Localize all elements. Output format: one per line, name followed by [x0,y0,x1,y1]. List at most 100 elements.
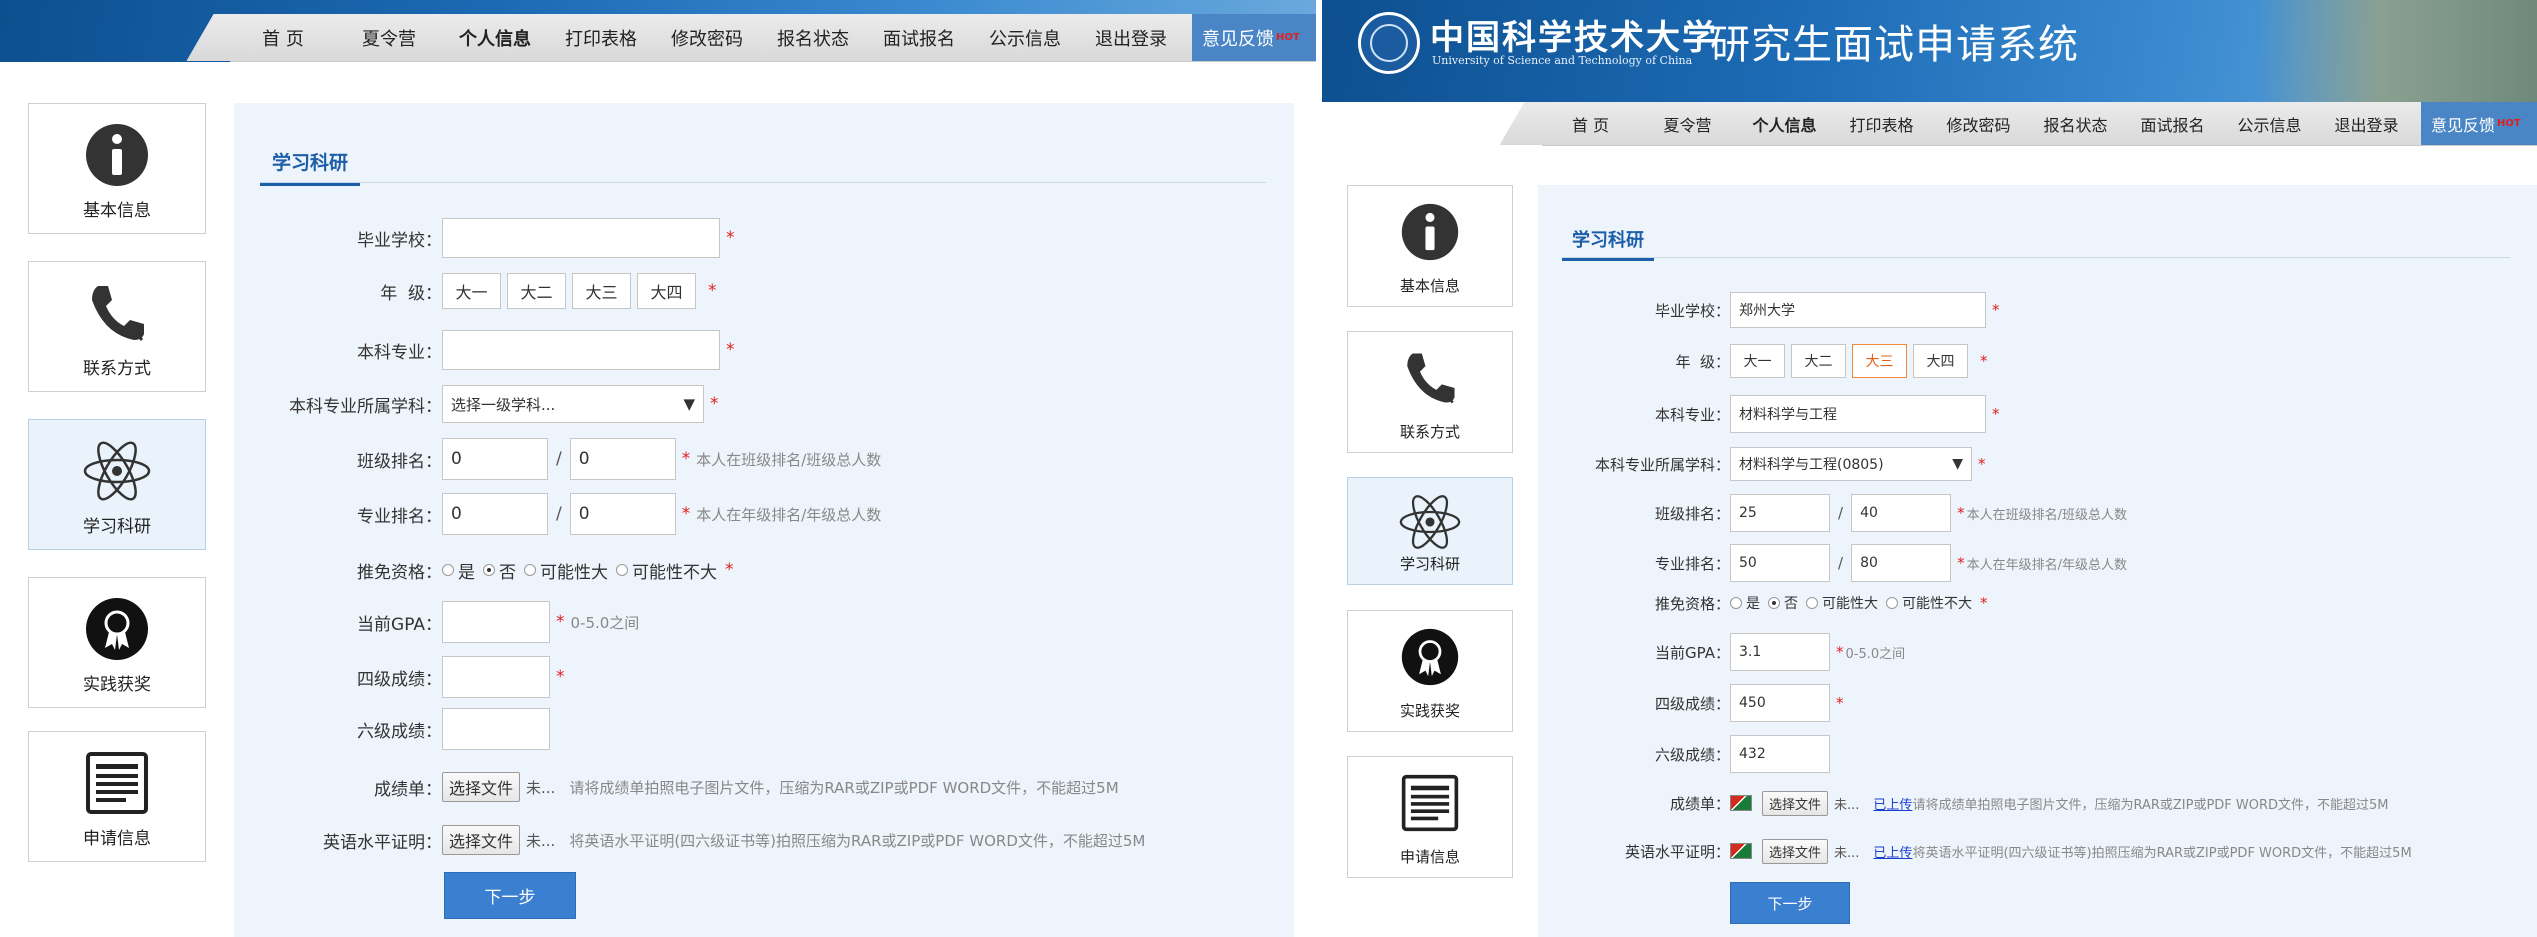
english-cert-file-button[interactable]: 选择文件 [1762,838,1829,864]
grade-option-2[interactable]: 大二 [1791,344,1846,378]
row-exemption: 推免资格： 是 否 可能性大 可能性不大 * [1562,590,1988,616]
sidebar-item-basic-info[interactable]: 基本信息 [1347,185,1513,307]
class-rank-label: 班级排名： [357,451,442,472]
english-cert-uploaded-link[interactable]: 已上传 [1873,842,1912,861]
cet6-input[interactable]: 432 [1730,735,1830,773]
nav-public-notice[interactable]: 公示信息 [2221,112,2318,136]
english-cert-hint: 将英语水平证明(四六级证书等)拍照压缩为RAR或ZIP或PDF WORD文件，不… [569,831,1146,850]
nav-home[interactable]: 首 页 [230,25,336,51]
exemption-radio-no[interactable]: 否 [1768,593,1798,613]
nav-print-form[interactable]: 打印表格 [548,25,654,51]
nav-summer-camp[interactable]: 夏令营 [1639,112,1736,136]
major-input[interactable] [442,330,720,370]
discipline-select[interactable]: 材料科学与工程(0805) ▼ [1730,447,1972,481]
info-icon [1401,203,1459,261]
exemption-radio-likely[interactable]: 可能性大 [1806,593,1878,613]
class-total-input[interactable]: 40 [1851,494,1952,532]
sidebar-item-application-info[interactable]: 申请信息 [28,731,206,862]
discipline-label: 本科专业所属学科： [1594,455,1730,474]
document-icon [86,752,148,814]
sidebar-item-label: 联系方式 [1399,423,1460,441]
sidebar-item-study-research[interactable]: 学习科研 [28,419,206,550]
cet6-input[interactable] [442,708,550,750]
nav-public-notice[interactable]: 公示信息 [972,25,1078,51]
major-total-input[interactable]: 0 [569,493,676,535]
grade-option-3[interactable]: 大三 [572,273,631,309]
nav-change-password[interactable]: 修改密码 [654,25,760,51]
nav-personal-info[interactable]: 个人信息 [442,25,548,51]
file-thumbnail-icon [1730,795,1752,811]
gpa-input[interactable] [442,601,550,643]
grade-option-2[interactable]: 大二 [507,273,566,309]
nav-interview-registration[interactable]: 面试报名 [2124,112,2221,136]
class-total-input[interactable]: 0 [569,438,676,480]
class-rank-input[interactable]: 0 [442,438,548,480]
grade-option-3[interactable]: 大三 [1852,344,1907,378]
exemption-radio-unlikely[interactable]: 可能性不大 [616,558,717,583]
nav-interview-registration[interactable]: 面试报名 [866,25,972,51]
major-label: 本科专业： [357,342,442,363]
exemption-radio-unlikely[interactable]: 可能性不大 [1886,593,1972,613]
grade-option-4[interactable]: 大四 [637,273,696,309]
transcript-file-button[interactable]: 选择文件 [442,772,521,802]
cet4-input[interactable]: 450 [1730,684,1830,722]
school-input[interactable]: 郑州大学 [1730,292,1986,328]
next-button[interactable]: 下一步 [444,872,576,919]
file-thumbnail-icon [1730,843,1752,859]
row-cet4: 四级成绩： 450 * [1562,684,1844,722]
english-cert-file-button[interactable]: 选择文件 [442,825,521,855]
feedback-button[interactable]: 意见反馈 HOT [2421,102,2537,145]
grade-option-1[interactable]: 大一 [1730,344,1785,378]
nav-application-status[interactable]: 报名状态 [2027,112,2124,136]
sidebar-item-contact[interactable]: 联系方式 [28,261,206,392]
feedback-button[interactable]: 意见反馈 HOT [1192,14,1316,61]
class-rank-input[interactable]: 25 [1730,494,1830,532]
grade-option-4[interactable]: 大四 [1913,344,1968,378]
exemption-radio-yes[interactable]: 是 [442,558,475,583]
section-title: 学习科研 [260,148,361,186]
banner-scenery [2257,0,2537,102]
transcript-file-button[interactable]: 选择文件 [1762,790,1829,816]
transcript-uploaded-link[interactable]: 已上传 [1873,794,1912,813]
row-english-cert: 英语水平证明： 选择文件 未... 已上传 将英语水平证明(四六级证书等)拍照压… [1562,838,2412,864]
nav-application-status[interactable]: 报名状态 [760,25,866,51]
discipline-label: 本科专业所属学科： [289,396,442,417]
major-rank-input[interactable]: 50 [1730,544,1830,582]
hot-badge: HOT [2497,118,2521,129]
required-mark: * [556,612,565,632]
phone-icon [92,286,144,341]
major-total-input[interactable]: 80 [1851,544,1952,582]
nav-print-form[interactable]: 打印表格 [1833,112,1930,136]
grade-option-1[interactable]: 大一 [442,273,501,309]
exemption-radio-no[interactable]: 否 [483,558,516,583]
nav-summer-camp[interactable]: 夏令营 [336,25,442,51]
major-input[interactable]: 材料科学与工程 [1730,395,1986,433]
nav-home[interactable]: 首 页 [1542,112,1639,136]
major-rank-label: 专业排名： [1654,554,1730,573]
sidebar-item-practice-awards[interactable]: 实践获奖 [28,577,206,708]
class-rank-hint: 本人在班级排名/班级总人数 [1966,507,2127,523]
sidebar-item-application-info[interactable]: 申请信息 [1347,756,1513,878]
row-gpa: 当前GPA： 3.1 * 0-5.0之间 [1562,633,1905,671]
next-button[interactable]: 下一步 [1730,882,1850,924]
sidebar-item-basic-info[interactable]: 基本信息 [28,103,206,234]
grade-options: 大一 大二 大三 大四 [442,273,702,309]
discipline-select[interactable]: 选择一级学科... ▼ [442,385,704,423]
sidebar-item-practice-awards[interactable]: 实践获奖 [1347,610,1513,732]
exemption-radio-yes[interactable]: 是 [1730,593,1760,613]
sidebar-item-study-research[interactable]: 学习科研 [1347,477,1513,585]
nav-logout[interactable]: 退出登录 [2318,112,2415,136]
sidebar-item-contact[interactable]: 联系方式 [1347,331,1513,453]
major-rank-input[interactable]: 0 [442,493,548,535]
exemption-radio-likely[interactable]: 可能性大 [524,558,608,583]
gpa-input[interactable]: 3.1 [1730,633,1830,671]
nav-personal-info[interactable]: 个人信息 [1736,112,1833,136]
sidebar-item-label: 联系方式 [83,359,151,379]
nav-change-password[interactable]: 修改密码 [1930,112,2027,136]
row-cet6: 六级成绩： [260,708,550,750]
row-cet6: 六级成绩： 432 [1562,735,1830,773]
cet4-input[interactable] [442,656,550,698]
nav-logout[interactable]: 退出登录 [1078,25,1184,51]
atom-icon [1399,495,1461,549]
school-input[interactable] [442,218,720,258]
